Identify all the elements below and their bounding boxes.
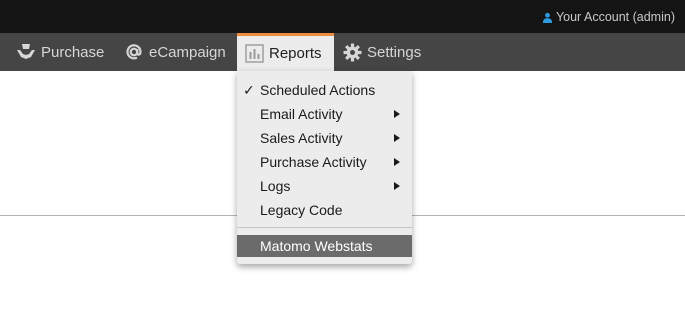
main-nav: Purchase eCampaign Reports Settings [0,33,685,71]
submenu-arrow-icon [394,110,400,118]
menu-item-label: Email Activity [260,106,343,122]
at-sign-icon [126,44,142,60]
menu-item-label: Sales Activity [260,130,343,146]
nav-item-purchase[interactable]: Purchase [16,33,104,71]
nav-item-ecampaign[interactable]: eCampaign [124,33,226,71]
account-label: Your Account (admin) [555,10,675,24]
submenu-arrow-icon [394,134,400,142]
menu-item-scheduled-actions[interactable]: ✓ Scheduled Actions [237,78,412,102]
submenu-arrow-icon [394,158,400,166]
account-link[interactable]: Your Account (admin) [542,10,675,24]
menu-item-label: Scheduled Actions [260,82,376,98]
nav-label-settings: Settings [367,43,422,61]
nav-label-ecampaign: eCampaign [149,43,226,61]
reports-dropdown-menu: ✓ Scheduled Actions Email Activity Sales… [237,71,412,264]
bar-chart-icon [245,44,264,63]
purchase-hands-icon [17,44,35,59]
gear-icon [343,42,362,62]
menu-item-logs[interactable]: Logs [237,174,412,198]
menu-item-label: Logs [260,178,291,194]
menu-item-legacy-code[interactable]: Legacy Code [237,198,412,222]
user-icon [542,12,553,23]
menu-item-sales-activity[interactable]: Sales Activity [237,126,412,150]
nav-item-settings[interactable]: Settings [343,33,421,71]
menu-divider [237,227,412,228]
menu-item-label: Legacy Code [260,202,343,218]
nav-item-reports[interactable]: Reports [237,33,334,71]
nav-label-purchase: Purchase [41,43,105,61]
checkmark-icon: ✓ [243,81,255,98]
menu-item-email-activity[interactable]: Email Activity [237,102,412,126]
menu-item-matomo-webstats[interactable]: Matomo Webstats [237,235,412,257]
top-bar: Your Account (admin) [0,0,685,33]
nav-label-reports: Reports [269,45,322,62]
menu-item-label: Purchase Activity [260,154,367,170]
menu-item-purchase-activity[interactable]: Purchase Activity [237,150,412,174]
submenu-arrow-icon [394,182,400,190]
menu-item-label: Matomo Webstats [260,238,373,254]
